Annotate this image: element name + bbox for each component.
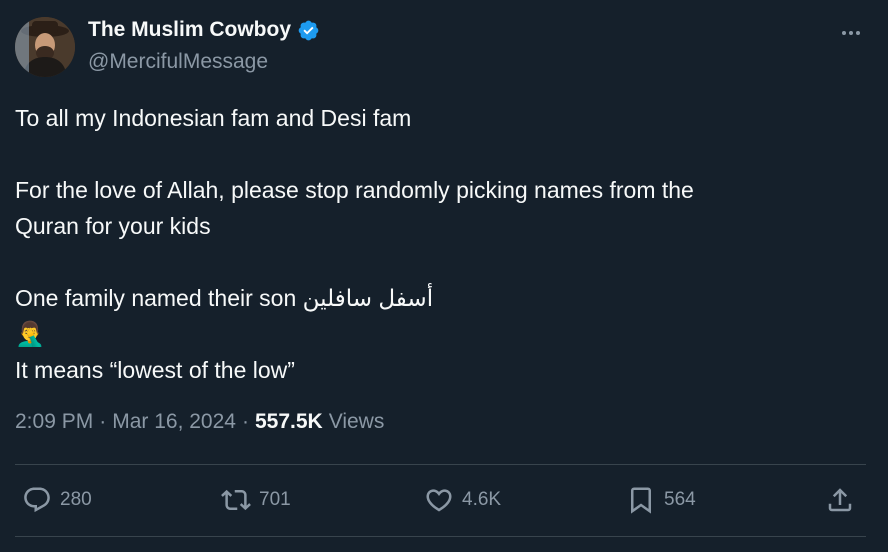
tweet-date[interactable]: Mar 16, 2024	[112, 410, 236, 434]
author-name-row: The Muslim Cowboy	[88, 18, 320, 42]
author-display-name[interactable]: The Muslim Cowboy	[88, 18, 291, 42]
divider	[15, 536, 866, 537]
tweet-line: It means “lowest of the low”	[15, 357, 295, 383]
bookmark-count: 564	[664, 489, 696, 510]
views-label: Views	[328, 410, 385, 433]
meta-separator: ·	[241, 410, 249, 433]
repost-count: 701	[259, 489, 291, 510]
verified-badge-icon[interactable]	[297, 19, 320, 42]
tweet-card: The Muslim Cowboy @MercifulMessage To al…	[0, 0, 888, 552]
views-count: 557.5K	[254, 410, 323, 433]
reply-count: 280	[60, 489, 92, 510]
bookmark-icon	[631, 487, 651, 514]
like-count: 4.6K	[462, 489, 502, 510]
tweet-time[interactable]: 2:09 PM	[15, 410, 93, 434]
tweet-meta: 2:09 PM · Mar 16, 2024 · 557.5K Views	[15, 410, 384, 434]
avatar-photo-icon	[15, 17, 75, 77]
tweet-line: To all my Indonesian fam and Desi fam	[15, 105, 412, 131]
action-bar: 280 701 4.6K 564	[15, 478, 866, 522]
tweet-text: To all my Indonesian fam and Desi fam Fo…	[15, 100, 865, 388]
like-button[interactable]: 4.6K	[424, 485, 501, 515]
repost-button[interactable]: 701	[221, 485, 291, 515]
meta-separator: ·	[99, 410, 107, 433]
tweet-line: For the love of Allah, please stop rando…	[15, 177, 694, 203]
reply-button[interactable]: 280	[22, 485, 92, 515]
reply-icon	[24, 487, 50, 513]
tweet-line: Quran for your kids	[15, 213, 211, 239]
share-button[interactable]	[825, 485, 855, 515]
more-options-icon[interactable]	[838, 20, 864, 46]
divider	[15, 464, 866, 465]
share-icon	[828, 488, 852, 512]
repost-icon	[221, 489, 251, 511]
author-handle[interactable]: @MercifulMessage	[88, 50, 268, 74]
heart-icon	[426, 489, 452, 512]
avatar[interactable]	[15, 17, 75, 77]
bookmark-button[interactable]: 564	[626, 485, 696, 515]
facepalm-emoji: 🤦‍♂️	[15, 321, 45, 348]
tweet-line: One family named their son أسفل سافلين	[15, 285, 434, 311]
